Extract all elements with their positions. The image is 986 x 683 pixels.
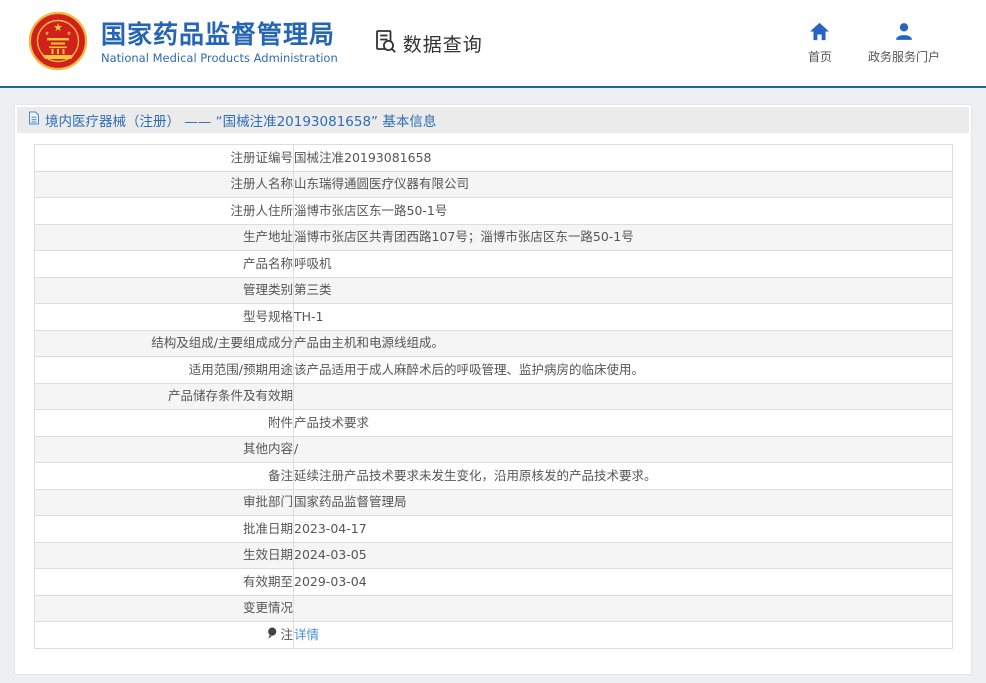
table-row: 管理类别第三类 [35, 277, 953, 304]
table-row: 型号规格TH-1 [35, 304, 953, 331]
row-label: 型号规格 [35, 304, 294, 331]
site-subtitle: National Medical Products Administration [101, 51, 338, 65]
header-nav: 首页 政务服务门户 [808, 22, 956, 65]
table-row: 结构及组成/主要组成成分产品由主机和电源线组成。 [35, 330, 953, 357]
pin-icon [267, 627, 280, 642]
table-row: 其他内容/ [35, 436, 953, 463]
row-value: 产品技术要求 [294, 410, 953, 437]
row-value: 延续注册产品技术要求未发生变化，沿用原核发的产品技术要求。 [294, 463, 953, 490]
table-row: 备注延续注册产品技术要求未发生变化，沿用原核发的产品技术要求。 [35, 463, 953, 490]
table-row: 变更情况 [35, 595, 953, 622]
home-icon [809, 22, 830, 44]
main-content: 境内医疗器械（注册） —— “国械注准20193081658” 基本信息 注册证… [0, 88, 986, 675]
row-value: / [294, 436, 953, 463]
row-label: 备注 [35, 463, 294, 490]
logo-text-block: 国家药品监督管理局 National Medical Products Admi… [101, 21, 338, 66]
row-label: 审批部门 [35, 489, 294, 516]
row-value: 山东瑞得通圆医疗仪器有限公司 [294, 171, 953, 198]
row-label: 注册人住所 [35, 198, 294, 225]
row-value [294, 595, 953, 622]
row-label: 产品名称 [35, 251, 294, 278]
table-row: 产品名称呼吸机 [35, 251, 953, 278]
table-row: 有效期至2029-03-04 [35, 569, 953, 596]
site-logo[interactable]: ★ ★ ★ 国家药品监督管理局 National Medical Product… [28, 11, 338, 75]
row-value: 2023-04-17 [294, 516, 953, 543]
info-panel: 境内医疗器械（注册） —— “国械注准20193081658” 基本信息 注册证… [14, 104, 972, 675]
data-query-label: 数据查询 [403, 30, 483, 57]
table-row: 适用范围/预期用途该产品适用于成人麻醉术后的呼吸管理、监护病房的临床使用。 [35, 357, 953, 384]
table-row: 生效日期2024-03-05 [35, 542, 953, 569]
table-row: 注详情 [35, 622, 953, 649]
row-value: 呼吸机 [294, 251, 953, 278]
row-value: TH-1 [294, 304, 953, 331]
row-label: 生产地址 [35, 224, 294, 251]
row-value: 第三类 [294, 277, 953, 304]
row-label: 批准日期 [35, 516, 294, 543]
row-label: 管理类别 [35, 277, 294, 304]
svg-text:★: ★ [53, 21, 63, 34]
table-row: 批准日期2023-04-17 [35, 516, 953, 543]
table-row: 生产地址淄博市张店区共青团西路107号；淄博市张店区东一路50-1号 [35, 224, 953, 251]
data-query-section[interactable]: 数据查询 [372, 28, 483, 59]
document-search-icon [372, 28, 399, 59]
row-label: 产品储存条件及有效期 [35, 383, 294, 410]
china-national-emblem-icon: ★ ★ ★ [28, 11, 88, 75]
info-table: 注册证编号国械注准20193081658注册人名称山东瑞得通圆医疗仪器有限公司注… [34, 144, 953, 649]
row-label: 附件 [35, 410, 294, 437]
panel-title: 境内医疗器械（注册） —— “国械注准20193081658” 基本信息 [45, 110, 436, 130]
table-row: 附件产品技术要求 [35, 410, 953, 437]
row-label: 注册证编号 [35, 145, 294, 172]
panel-title-bar: 境内医疗器械（注册） —— “国械注准20193081658” 基本信息 [17, 107, 969, 133]
nav-gov-portal[interactable]: 政务服务门户 [868, 22, 940, 65]
table-row: 注册人住所淄博市张店区东一路50-1号 [35, 198, 953, 225]
table-row: 注册证编号国械注准20193081658 [35, 145, 953, 172]
table-row: 产品储存条件及有效期 [35, 383, 953, 410]
row-label: 注 [35, 622, 294, 649]
row-label: 其他内容 [35, 436, 294, 463]
row-value: 2024-03-05 [294, 542, 953, 569]
nav-gov-portal-label: 政务服务门户 [868, 48, 940, 65]
row-value [294, 383, 953, 410]
row-label: 有效期至 [35, 569, 294, 596]
row-value: 淄博市张店区东一路50-1号 [294, 198, 953, 225]
nav-home-label: 首页 [808, 48, 832, 65]
row-value: 详情 [294, 622, 953, 649]
row-value: 国家药品监督管理局 [294, 489, 953, 516]
row-value: 国械注准20193081658 [294, 145, 953, 172]
row-value: 2029-03-04 [294, 569, 953, 596]
row-value: 淄博市张店区共青团西路107号；淄博市张店区东一路50-1号 [294, 224, 953, 251]
user-icon [894, 22, 914, 44]
row-label: 适用范围/预期用途 [35, 357, 294, 384]
row-label: 结构及组成/主要组成成分 [35, 330, 294, 357]
site-title: 国家药品监督管理局 [101, 21, 338, 49]
detail-link[interactable]: 详情 [294, 627, 319, 642]
site-header: ★ ★ ★ 国家药品监督管理局 National Medical Product… [0, 0, 986, 88]
document-icon [28, 111, 40, 129]
table-row: 审批部门国家药品监督管理局 [35, 489, 953, 516]
table-wrap: 注册证编号国械注准20193081658注册人名称山东瑞得通圆医疗仪器有限公司注… [34, 144, 953, 649]
svg-text:★: ★ [67, 31, 72, 37]
row-label: 注册人名称 [35, 171, 294, 198]
row-value: 该产品适用于成人麻醉术后的呼吸管理、监护病房的临床使用。 [294, 357, 953, 384]
nav-home[interactable]: 首页 [808, 22, 832, 65]
row-value: 产品由主机和电源线组成。 [294, 330, 953, 357]
svg-text:★: ★ [45, 31, 50, 37]
row-label: 变更情况 [35, 595, 294, 622]
row-label: 生效日期 [35, 542, 294, 569]
table-row: 注册人名称山东瑞得通圆医疗仪器有限公司 [35, 171, 953, 198]
